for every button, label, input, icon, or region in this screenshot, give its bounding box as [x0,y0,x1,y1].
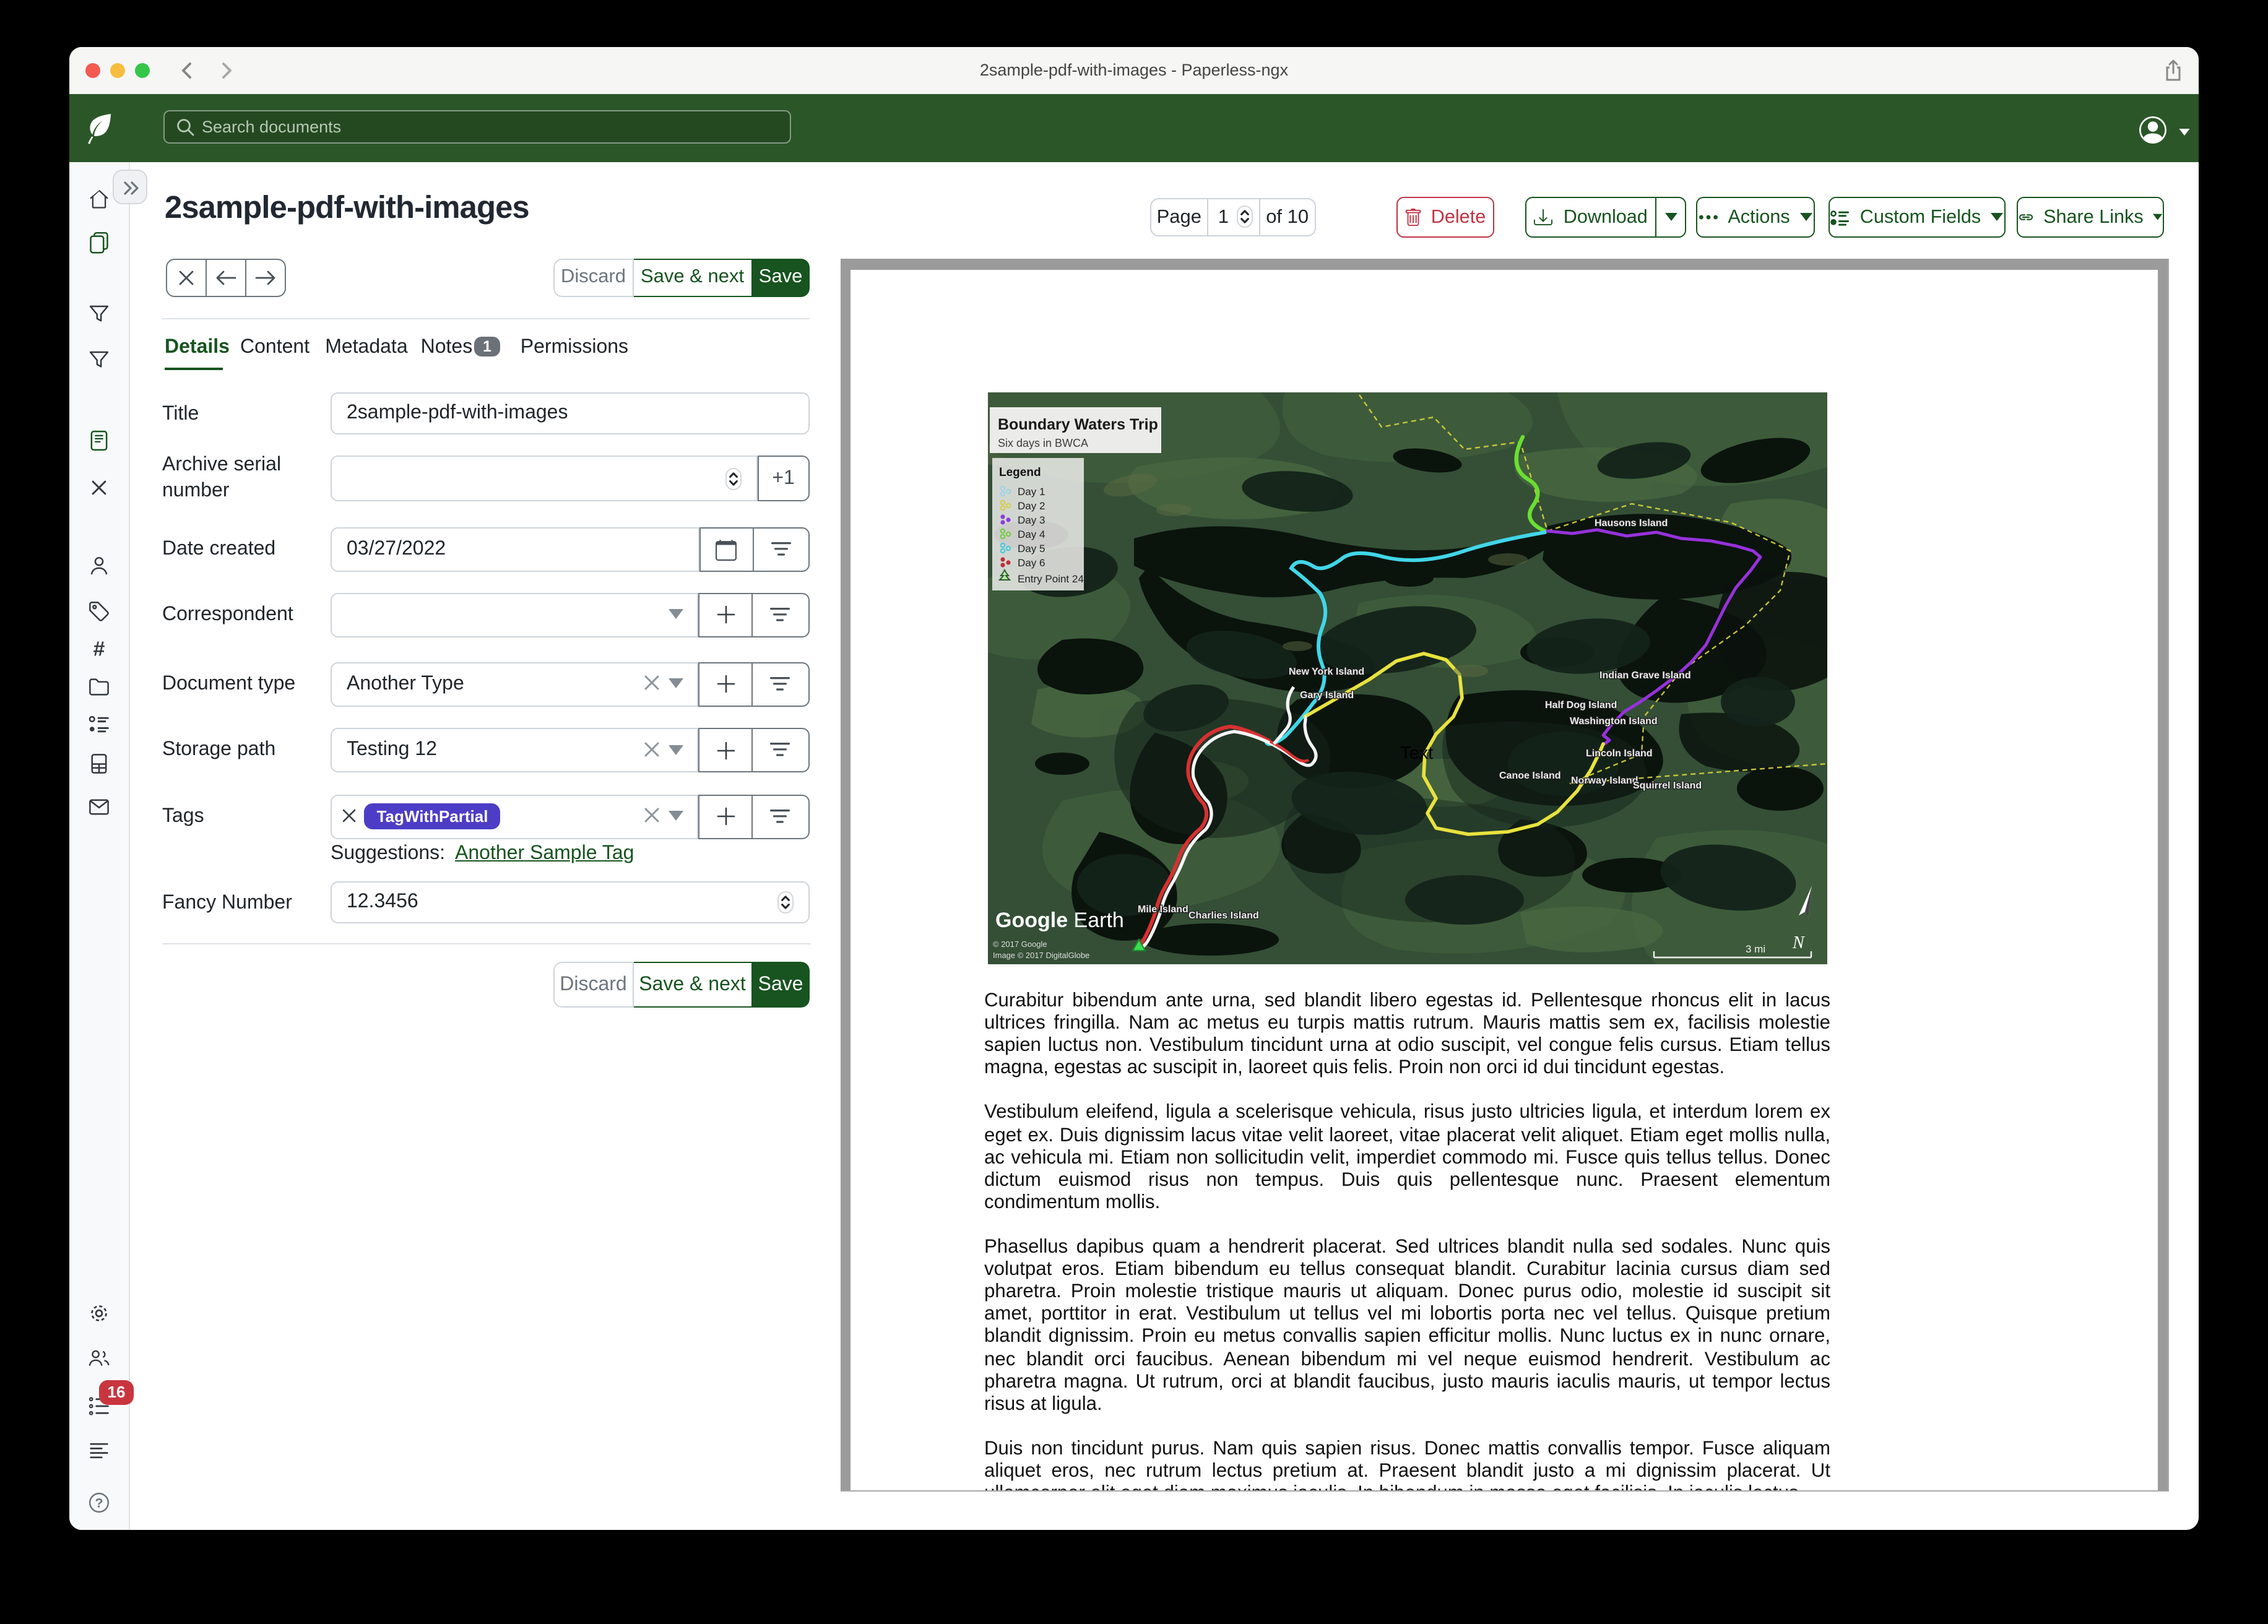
svg-text:Norway Island: Norway Island [1570,775,1637,785]
svg-text:Lincoln Island: Lincoln Island [1585,748,1652,758]
svg-text:Mile Island: Mile Island [1137,904,1188,914]
svg-text:Indian Grave Island: Indian Grave Island [1599,670,1690,680]
svg-text:Legend: Legend [998,465,1041,478]
svg-text:Squirrel Island: Squirrel Island [1632,780,1701,790]
svg-text:Half Dog Island: Half Dog Island [1544,699,1616,710]
svg-text:Image © 2017 DigitalGlobe: Image © 2017 DigitalGlobe [992,950,1089,959]
svg-text:New York Island: New York Island [1288,666,1364,676]
svg-text:3 mi: 3 mi [1745,943,1765,954]
svg-text:Google Earth: Google Earth [995,908,1123,931]
svg-text:Day 4: Day 4 [1017,528,1044,540]
svg-text:Entry Point 24: Entry Point 24 [1017,572,1083,584]
svg-text:Hausons Island: Hausons Island [1594,517,1667,528]
svg-text:Day 3: Day 3 [1017,514,1044,525]
svg-text:Boundary Waters Trip: Boundary Waters Trip [997,415,1158,433]
svg-text:Day 6: Day 6 [1017,556,1044,568]
svg-text:© 2017 Google: © 2017 Google [992,939,1047,948]
svg-text:Gary Island: Gary Island [1299,689,1353,700]
svg-text:Day 1: Day 1 [1017,485,1044,497]
svg-text:Canoe Island: Canoe Island [1499,770,1560,780]
svg-text:Charlies Island: Charlies Island [1188,910,1258,920]
svg-text:Text: Text [1400,743,1432,762]
svg-text:Day 5: Day 5 [1017,542,1044,554]
svg-text:Washington Island: Washington Island [1569,715,1657,726]
svg-text:N: N [1791,933,1804,952]
svg-text:Six days in BWCA: Six days in BWCA [997,436,1088,449]
svg-text:Day 2: Day 2 [1017,499,1044,511]
